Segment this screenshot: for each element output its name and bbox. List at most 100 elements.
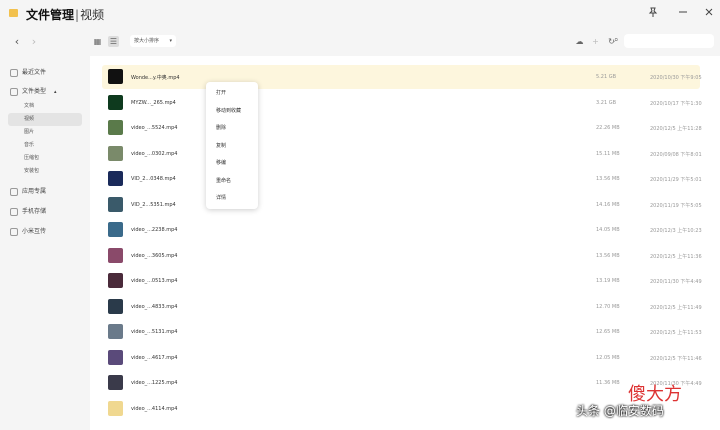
video-thumbnail [108,400,123,416]
chevron-up-icon: ▴ [54,89,57,95]
context-menu-item[interactable]: 重命名 [216,177,231,184]
context-menu-item[interactable]: 详情 [216,194,226,201]
video-thumbnail [108,298,123,314]
chevron-down-icon: ▾ [169,38,172,44]
table-row[interactable]: MYZW..._265.mp4 3.21 GB 2020/10/17 下午1:30 [102,91,702,115]
file-name: video_...3605.mp4 [131,252,178,259]
table-row[interactable]: video_...0513.mp4 13.19 MB 2020/11/30 下午4:… [102,269,702,293]
folder-icon [9,9,18,17]
cloud-icon[interactable]: ☁ [574,36,585,47]
video-thumbnail [108,94,123,110]
search-input[interactable]: ⌕ [614,34,714,48]
file-size: 12.65 MB [596,329,620,335]
watermark: 傻大方 头条 @临安数码 [576,380,716,426]
add-icon[interactable]: + [590,36,601,47]
file-date: 2020/10/30 下午9:05 [650,75,702,81]
sidebar-item-archives[interactable]: 压缩包 [8,152,82,165]
table-row[interactable]: video_...0302.mp4 15.11 MB 2020/09/08 下午8:… [102,142,702,166]
video-thumbnail [108,145,123,161]
file-name: Wonde...y.中奥.mp4 [131,75,180,81]
title-subtitle: 视频 [80,8,105,22]
file-name: video_...2238.mp4 [131,227,178,233]
sidebar-item-label: 文件类型 [22,88,47,95]
close-icon[interactable] [701,6,717,22]
video-thumbnail [108,247,123,263]
file-name: video_...4114.mp4 [131,405,178,412]
file-date: 2020/12/5 上午11:53 [650,330,702,336]
file-size: 13.56 MB [596,176,620,182]
app-title: 文件管理 [26,8,75,22]
pin-icon[interactable] [645,6,661,22]
file-size: 13.19 MB [596,278,620,284]
video-thumbnail [108,120,123,135]
context-menu-item[interactable]: 移编 [216,159,226,166]
video-thumbnail [108,324,123,339]
sidebar-item-label: 应用专属 [22,188,47,195]
minimize-icon[interactable] [675,6,691,22]
forward-button[interactable]: › [28,36,40,48]
sidebar-item-label: 手机存储 [22,208,47,215]
table-row[interactable]: video_...4617.mp4 12.05 MB 2020/12/5 下午11:… [102,346,702,370]
sidebar-item-installers[interactable]: 安装包 [8,165,82,178]
list-view-icon[interactable]: ☰ [108,36,119,47]
file-date: 2020/12/5 上午11:28 [650,126,702,132]
file-date: 2020/11/19 下午5:05 [650,202,702,209]
category-icon [10,87,18,96]
sidebar-item-xiaomi-transfer[interactable]: 小米互传 [10,226,46,240]
table-row[interactable]: VID_2...5351.mp4 14.16 MB 2020/11/19 下午5:0… [102,193,702,217]
file-size: 5.21 GB [596,74,617,80]
table-row[interactable]: video_...3605.mp4 13.56 MB 2020/12/5 上午11:… [102,244,702,268]
clock-icon [10,68,18,77]
context-menu-item[interactable]: 移动到收藏 [216,107,241,114]
phone-icon [10,207,18,216]
table-row[interactable]: video_...4833.mp4 12.70 MB 2020/12/5 上午11:… [102,295,702,319]
sidebar-item-images[interactable]: 图片 [8,126,82,139]
sidebar-item-app-folders[interactable]: 应用专属 [10,186,46,200]
table-row[interactable]: video_...2238.mp4 14.05 MB 2020/12/3 上午10:… [102,218,702,242]
file-name: VID_2...0348.mp4 [131,176,176,182]
file-size: 12.70 MB [596,303,620,310]
table-row[interactable]: video_...5524.mp4 22.26 MB 2020/12/5 上午11:… [102,116,702,140]
page-title: 文件管理|视频 [26,6,104,23]
sort-label: 按大小排序 [134,38,160,44]
sidebar-item-phone-storage[interactable]: 手机存储 [10,206,46,220]
table-row[interactable]: VID_2...0348.mp4 13.56 MB 2020/11/29 下午5:0… [102,167,702,191]
file-date: 2020/12/3 上午10:23 [650,228,702,234]
file-date: 2020/11/29 下午5:01 [650,177,702,183]
sidebar-item-music[interactable]: 音乐 [8,139,82,152]
context-menu-item[interactable]: 删除 [216,124,226,131]
file-date: 2020/12/5 上午11:36 [650,253,702,260]
file-size: 14.16 MB [596,201,620,208]
sort-dropdown[interactable]: 按大小排序 ▾ [130,35,176,47]
grid-view-icon[interactable]: ▦ [92,36,103,47]
toolbar: ▦ ☰ 按大小排序 ▾ ☁ + ↻ ⌕ [90,28,720,56]
file-name: video_...0513.mp4 [131,278,178,284]
sidebar-item-documents[interactable]: 文档 [8,100,82,113]
transfer-icon [10,227,18,236]
file-size: 22.26 MB [596,125,620,131]
search-icon[interactable]: ⌕ [614,35,618,45]
sidebar-item-recent[interactable]: 最近文件 [10,67,46,81]
sidebar: ‹ › 最近文件 文件类型 ▴ 文档 视频 图片 音乐 压缩包 安装包 应用专属 … [0,28,90,430]
sidebar-item-file-types[interactable]: 文件类型 ▴ [10,86,57,100]
file-size: 12.05 MB [596,354,620,361]
table-row[interactable]: Wonde...y.中奥.mp4 5.21 GB 2020/10/30 下午9:05 [102,65,702,89]
context-menu-item[interactable]: 复制 [216,142,226,149]
video-thumbnail [108,273,123,288]
file-size: 15.11 MB [596,150,620,157]
video-thumbnail [108,196,123,212]
file-name: video_...5131.mp4 [131,329,178,335]
table-row[interactable]: video_...5131.mp4 12.65 MB 2020/12/5 上午11:… [102,320,702,344]
sidebar-item-videos[interactable]: 视频 [8,113,82,126]
title-bar: 文件管理|视频 [0,0,720,28]
file-date: 2020/09/08 下午8:01 [650,151,702,158]
context-menu-item[interactable]: 打开 [216,89,226,96]
title-separator: | [75,8,80,22]
file-name: video_...4617.mp4 [131,354,178,361]
file-list: Wonde...y.中奥.mp4 5.21 GB 2020/10/30 下午9:05… [90,56,720,430]
back-button[interactable]: ‹ [11,36,23,48]
file-name: VID_2...5351.mp4 [131,201,176,208]
file-name: video_...1225.mp4 [131,380,178,386]
app-folder-icon [10,187,18,196]
file-size: 14.05 MB [596,227,620,233]
